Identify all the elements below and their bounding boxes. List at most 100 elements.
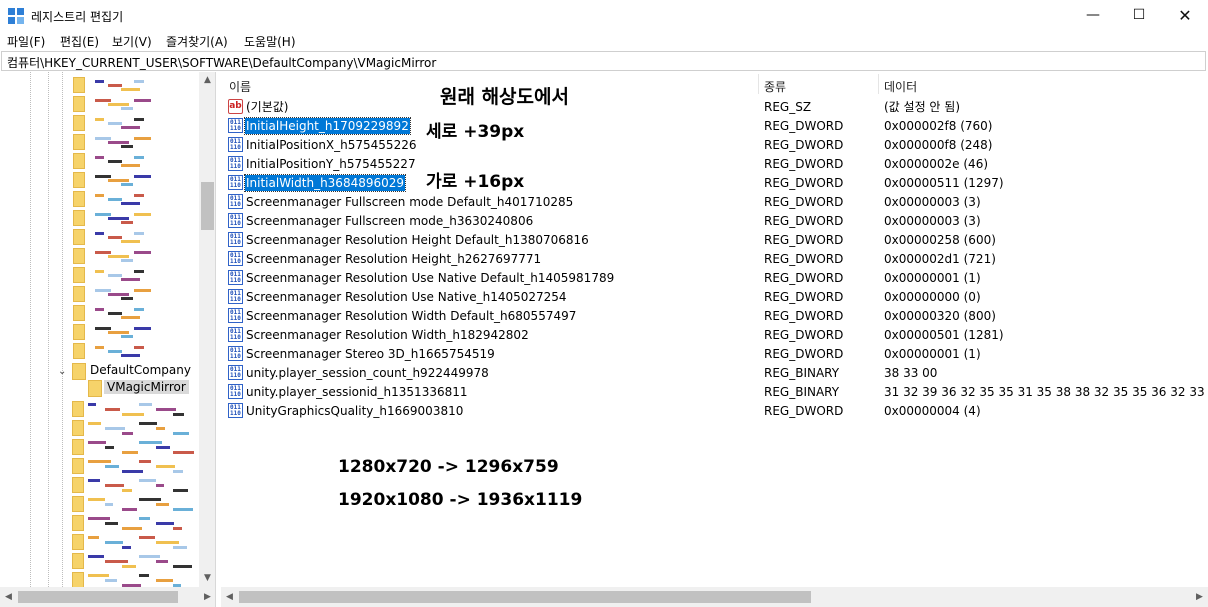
menu-file[interactable]: 파일(F) <box>7 33 45 50</box>
key-tree-pane[interactable]: ⌄ DefaultCompany VMagicMirror ▲ ▼ ◀ ▶ <box>0 72 216 607</box>
value-name[interactable]: InitialPositionX_h575455226 <box>245 137 417 153</box>
redacted-label-block <box>108 84 122 87</box>
value-name[interactable]: Screenmanager Resolution Width_h18294280… <box>245 327 530 343</box>
tree-scroll-thumb[interactable] <box>201 182 214 230</box>
column-header-type[interactable]: 종류 <box>764 78 786 95</box>
value-name[interactable]: Screenmanager Resolution Height_h2627697… <box>245 251 542 267</box>
tree-horizontal-scrollbar[interactable]: ◀ ▶ <box>0 587 215 607</box>
redacted-label-block <box>88 536 99 539</box>
redacted-label-block <box>108 122 122 125</box>
value-name[interactable]: Screenmanager Fullscreen mode Default_h4… <box>245 194 574 210</box>
binary-value-icon: 011 110 <box>228 403 243 418</box>
value-row[interactable]: 011 110 InitialWidth_h3684896029 REG_DWORD 0… <box>221 173 1208 192</box>
tree-guide-line <box>30 72 31 587</box>
value-name[interactable]: UnityGraphicsQuality_h1669003810 <box>245 403 464 419</box>
value-data: 38 33 00 <box>884 366 938 380</box>
redacted-label-block <box>121 221 133 224</box>
column-divider[interactable] <box>878 74 879 94</box>
value-row[interactable]: 011 110 Screenmanager Resolution Width_h18… <box>221 325 1208 344</box>
folder-icon <box>73 305 85 321</box>
value-row[interactable]: 011 110 Screenmanager Fullscreen mode Defa… <box>221 192 1208 211</box>
value-name[interactable]: unity.player_session_count_h922449978 <box>245 365 490 381</box>
redacted-label-block <box>95 327 111 330</box>
redacted-label-block <box>139 517 150 520</box>
tree-hscroll-thumb[interactable] <box>18 591 178 603</box>
menu-view[interactable]: 보기(V) <box>112 33 152 50</box>
maximize-button[interactable]: ☐ <box>1116 0 1162 31</box>
list-horizontal-scrollbar[interactable]: ◀ ▶ <box>221 587 1208 607</box>
value-row[interactable]: 011 110 UnityGraphicsQuality_h1669003810 RE… <box>221 401 1208 420</box>
value-name[interactable]: InitialWidth_h3684896029 <box>243 174 407 192</box>
value-name[interactable]: Screenmanager Resolution Use Native_h140… <box>245 289 568 305</box>
value-name[interactable]: InitialHeight_h1709229892 <box>244 117 411 135</box>
value-row[interactable]: 011 110 Screenmanager Resolution Use Nativ… <box>221 287 1208 306</box>
value-name[interactable]: Screenmanager Resolution Height Default_… <box>245 232 590 248</box>
redacted-label-block <box>139 403 152 406</box>
value-name[interactable]: InitialPositionY_h575455227 <box>245 156 417 172</box>
value-row[interactable]: 011 110 Screenmanager Resolution Use Nativ… <box>221 268 1208 287</box>
value-name[interactable]: Screenmanager Stereo 3D_h1665754519 <box>245 346 496 362</box>
value-row[interactable]: 011 110 InitialPositionX_h575455226 REG_DWO… <box>221 135 1208 154</box>
column-divider[interactable] <box>758 74 759 94</box>
value-row[interactable]: 011 110 Screenmanager Resolution Height De… <box>221 230 1208 249</box>
scroll-left-icon[interactable]: ◀ <box>221 589 238 606</box>
value-row[interactable]: 011 110 InitialHeight_h1709229892 REG_DWORD… <box>221 116 1208 135</box>
value-row[interactable]: ab (기본값) REG_SZ (값 설정 안 됨) <box>221 97 1208 116</box>
collapse-icon[interactable]: ⌄ <box>58 367 68 377</box>
tree-item-vmagicmirror[interactable]: VMagicMirror <box>104 380 189 394</box>
redacted-label-block <box>105 427 125 430</box>
redacted-label-block <box>88 574 109 577</box>
redacted-label-block <box>108 179 129 182</box>
binary-value-icon: 011 110 <box>228 308 243 323</box>
column-header-data[interactable]: 데이터 <box>884 78 917 95</box>
redacted-label-block <box>121 107 133 110</box>
redacted-label-block <box>134 270 144 273</box>
scroll-right-icon[interactable]: ▶ <box>199 589 215 606</box>
menu-edit[interactable]: 편집(E) <box>60 33 99 50</box>
address-path[interactable]: 컴퓨터\HKEY_CURRENT_USER\SOFTWARE\DefaultCo… <box>7 54 436 71</box>
scroll-left-icon[interactable]: ◀ <box>0 589 17 606</box>
value-name[interactable]: Screenmanager Resolution Use Native Defa… <box>245 270 615 286</box>
value-type: REG_DWORD <box>764 138 844 152</box>
value-name[interactable]: Screenmanager Fullscreen mode_h363024080… <box>245 213 534 229</box>
value-row[interactable]: 011 110 Screenmanager Stereo 3D_h166575451… <box>221 344 1208 363</box>
value-data: 0x000000f8 (248) <box>884 138 993 152</box>
menu-help[interactable]: 도움말(H) <box>244 33 296 50</box>
redacted-label-block <box>121 354 140 357</box>
redacted-label-block <box>173 413 184 416</box>
value-name[interactable]: unity.player_sessionid_h1351336811 <box>245 384 469 400</box>
binary-value-icon: 011 110 <box>228 137 243 152</box>
value-name[interactable]: (기본값) <box>245 99 289 115</box>
scroll-down-icon[interactable]: ▼ <box>199 570 215 587</box>
values-list-pane[interactable]: 이름 종류 데이터 ab (기본값) REG_SZ (값 설정 안 됨) 011 110 I… <box>221 72 1208 607</box>
binary-value-icon: 011 110 <box>228 118 243 133</box>
key-tree[interactable]: ⌄ DefaultCompany VMagicMirror <box>0 72 199 587</box>
redacted-label-block <box>134 289 151 292</box>
value-row[interactable]: 011 110 InitialPositionY_h575455227 REG_DWO… <box>221 154 1208 173</box>
column-header-name[interactable]: 이름 <box>229 78 251 95</box>
scroll-right-icon[interactable]: ▶ <box>1191 589 1208 606</box>
tree-vertical-scrollbar[interactable]: ▲ ▼ <box>199 72 215 587</box>
redacted-label-block <box>88 460 111 463</box>
minimize-button[interactable]: — <box>1070 0 1116 31</box>
value-row[interactable]: 011 110 unity.player_session_count_h922449… <box>221 363 1208 382</box>
menu-favorites[interactable]: 즐겨찾기(A) <box>166 33 228 50</box>
value-row[interactable]: 011 110 Screenmanager Fullscreen mode_h363… <box>221 211 1208 230</box>
redacted-label-block <box>139 460 151 463</box>
redacted-label-block <box>134 80 144 83</box>
value-row[interactable]: 011 110 Screenmanager Resolution Width Def… <box>221 306 1208 325</box>
folder-icon <box>72 439 84 455</box>
value-name[interactable]: Screenmanager Resolution Width Default_h… <box>245 308 577 324</box>
redacted-label-block <box>139 536 155 539</box>
list-hscroll-thumb[interactable] <box>239 591 811 603</box>
value-row[interactable]: 011 110 unity.player_sessionid_h1351336811… <box>221 382 1208 401</box>
scroll-up-icon[interactable]: ▲ <box>199 72 215 89</box>
address-bar[interactable]: 컴퓨터\HKEY_CURRENT_USER\SOFTWARE\DefaultCo… <box>1 51 1206 71</box>
close-button[interactable]: ✕ <box>1162 0 1208 31</box>
tree-item-defaultcompany[interactable]: DefaultCompany <box>90 363 191 377</box>
redacted-label-block <box>95 308 104 311</box>
redacted-label-block <box>173 451 194 454</box>
binary-value-icon: 011 110 <box>228 156 243 171</box>
value-row[interactable]: 011 110 Screenmanager Resolution Height_h2… <box>221 249 1208 268</box>
binary-value-icon: 011 110 <box>228 327 243 342</box>
